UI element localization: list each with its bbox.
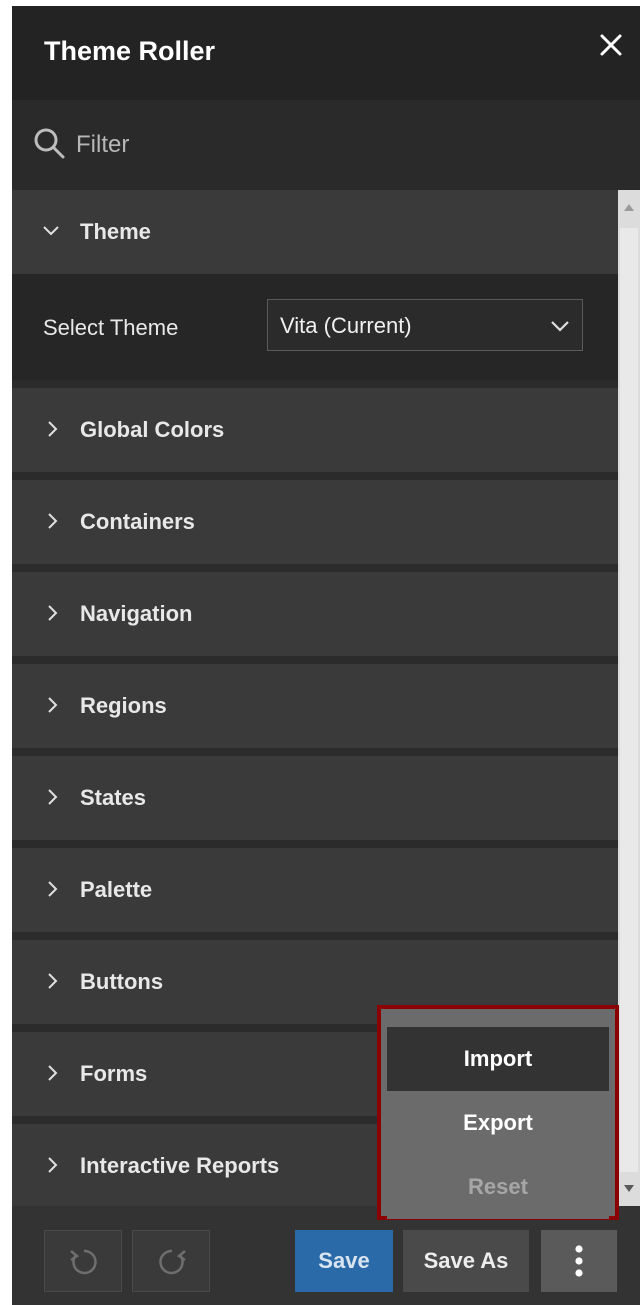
section-label: Palette — [80, 877, 153, 902]
section-label: Global Colors — [80, 417, 225, 442]
vertical-ellipsis-icon — [575, 1245, 583, 1277]
section-palette[interactable]: Palette — [12, 848, 618, 932]
chevron-right-icon — [48, 513, 58, 529]
select-theme-label: Select Theme — [43, 315, 179, 340]
close-icon[interactable] — [596, 30, 626, 60]
menu-item-import[interactable]: Import — [387, 1027, 609, 1091]
scrollbar-thumb[interactable] — [620, 228, 638, 1172]
section-theme-body: Select Theme Vita (Current) — [12, 274, 618, 380]
search-icon — [32, 126, 66, 160]
section-regions[interactable]: Regions — [12, 664, 618, 748]
section-theme-header[interactable]: Theme — [12, 190, 618, 274]
section-label: Buttons — [80, 969, 164, 994]
section-containers[interactable]: Containers — [12, 480, 618, 564]
chevron-right-icon — [48, 605, 58, 621]
section-label: Interactive Reports — [80, 1153, 280, 1178]
section-label: Forms — [80, 1061, 148, 1086]
section-states[interactable]: States — [12, 756, 618, 840]
dialog-title: Theme Roller — [44, 36, 216, 66]
save-as-button[interactable]: Save As — [403, 1230, 529, 1292]
section-label: Navigation — [80, 601, 193, 626]
section-navigation[interactable]: Navigation — [12, 572, 618, 656]
chevron-right-icon — [48, 697, 58, 713]
undo-button[interactable] — [44, 1230, 122, 1292]
scroll-down-icon[interactable] — [623, 1184, 635, 1194]
chevron-right-icon — [48, 1065, 58, 1081]
section-label: Regions — [80, 693, 167, 718]
menu-item-export[interactable]: Export — [387, 1091, 609, 1155]
dialog-header: Theme Roller — [12, 6, 640, 100]
theme-select-value: Vita (Current) — [280, 313, 412, 338]
chevron-down-icon — [551, 321, 569, 332]
save-button[interactable]: Save — [295, 1230, 393, 1292]
chevron-right-icon — [48, 973, 58, 989]
more-actions-menu: Import Export Reset — [377, 1005, 619, 1220]
scroll-up-icon[interactable] — [623, 202, 635, 212]
vertical-scrollbar[interactable] — [618, 190, 640, 1206]
chevron-down-icon — [43, 226, 59, 236]
more-actions-button[interactable] — [541, 1230, 617, 1292]
filter-input[interactable] — [74, 124, 578, 166]
filter-bar — [12, 100, 640, 190]
menu-item-reset[interactable]: Reset — [387, 1155, 609, 1219]
section-label: Theme — [80, 219, 151, 244]
undo-icon — [70, 1249, 97, 1275]
chevron-right-icon — [48, 421, 58, 437]
redo-button[interactable] — [132, 1230, 210, 1292]
chevron-right-icon — [48, 881, 58, 897]
section-global-colors[interactable]: Global Colors — [12, 388, 618, 472]
section-label: States — [80, 785, 147, 810]
dialog-footer: Save Save As — [12, 1206, 640, 1305]
redo-icon — [159, 1249, 186, 1275]
section-label: Containers — [80, 509, 195, 534]
theme-select[interactable]: Vita (Current) — [267, 299, 583, 351]
chevron-right-icon — [48, 1157, 58, 1173]
chevron-right-icon — [48, 789, 58, 805]
